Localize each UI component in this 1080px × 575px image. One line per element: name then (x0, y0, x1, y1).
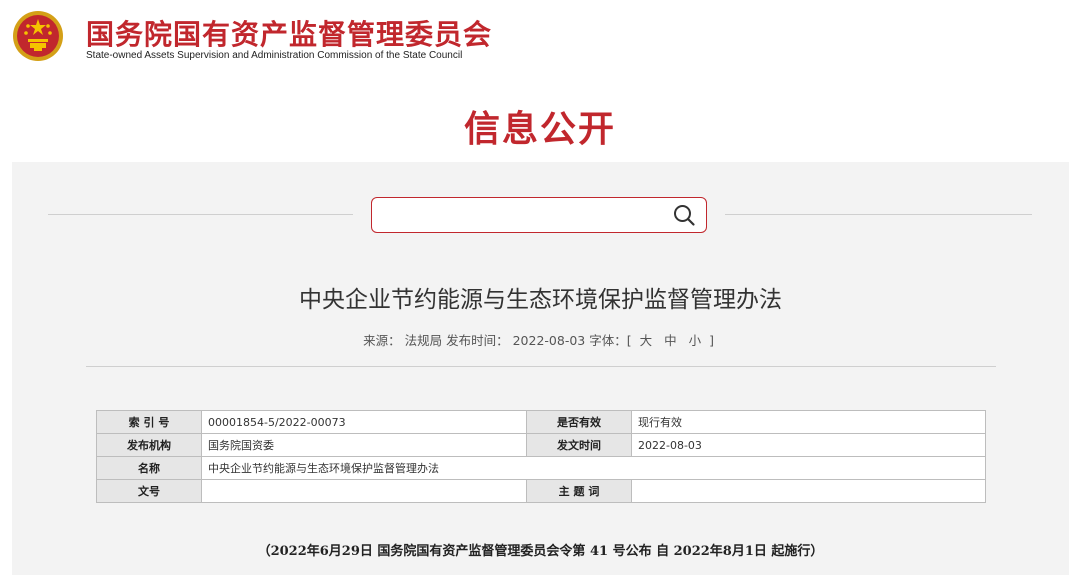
source-label: 来源： (363, 333, 401, 348)
subject-label: 主 题 词 (526, 479, 632, 503)
publish-value: 2022-08-03 (512, 333, 586, 348)
index-label: 索 引 号 (96, 410, 202, 434)
table-row: 文号 主 题 词 (96, 479, 986, 503)
font-size-small-button[interactable]: 小 (685, 330, 706, 349)
docno-label: 文号 (96, 479, 202, 503)
section-title: 信息公开 (463, 109, 616, 150)
issuer-value: 国务院国资委 (201, 433, 527, 457)
document-meta: 来源： 法规局 发布时间： 2022-08-03 字体：[ 大 中 小 ] (12, 330, 1069, 349)
org-name-en: State-owned Assets Supervision and Admin… (86, 50, 463, 61)
font-size-label: 字体：[ (589, 333, 632, 348)
date-value: 2022-08-03 (631, 433, 986, 457)
search-input[interactable] (382, 203, 666, 229)
source-value: 法规局 (404, 333, 443, 348)
meta-divider (86, 366, 996, 367)
document-title: 中央企业节约能源与生态环境保护监督管理办法 (299, 287, 782, 313)
docno-value (201, 479, 527, 503)
search-divider-left (48, 214, 353, 215)
font-size-large-button[interactable]: 大 (636, 330, 657, 349)
document-info-table: 索 引 号 00001854-5/2022-00073 是否有效 现行有效 发布… (96, 410, 986, 503)
content-panel: 中央企业节约能源与生态环境保护监督管理办法 来源： 法规局 发布时间： 2022… (12, 162, 1069, 575)
font-size-medium-button[interactable]: 中 (660, 330, 681, 349)
table-row: 发布机构 国务院国资委 发文时间 2022-08-03 (96, 433, 986, 457)
index-value: 00001854-5/2022-00073 (201, 410, 527, 434)
issuer-label: 发布机构 (96, 433, 202, 457)
promulgation-notice: （2022年6月29日 国务院国有资产监督管理委员会令第 41 号公布 自 20… (257, 544, 824, 559)
valid-value: 现行有效 (631, 410, 986, 434)
date-label: 发文时间 (526, 433, 632, 457)
publish-label: 发布时间： (446, 333, 509, 348)
table-row: 索 引 号 00001854-5/2022-00073 是否有效 现行有效 (96, 410, 986, 434)
name-value: 中央企业节约能源与生态环境保护监督管理办法 (201, 456, 986, 480)
site-header: 国务院国有资产监督管理委员会 State-owned Assets Superv… (0, 0, 1080, 75)
font-size-close: ] (709, 333, 714, 348)
national-emblem-icon[interactable] (12, 10, 64, 62)
search-icon[interactable] (672, 203, 696, 227)
search-box (371, 197, 707, 233)
org-name-cn[interactable]: 国务院国有资产监督管理委员会 (86, 13, 492, 53)
table-row: 名称 中央企业节约能源与生态环境保护监督管理办法 (96, 456, 986, 480)
search-divider-right (725, 214, 1032, 215)
valid-label: 是否有效 (526, 410, 632, 434)
name-label: 名称 (96, 456, 202, 480)
subject-value (631, 479, 986, 503)
